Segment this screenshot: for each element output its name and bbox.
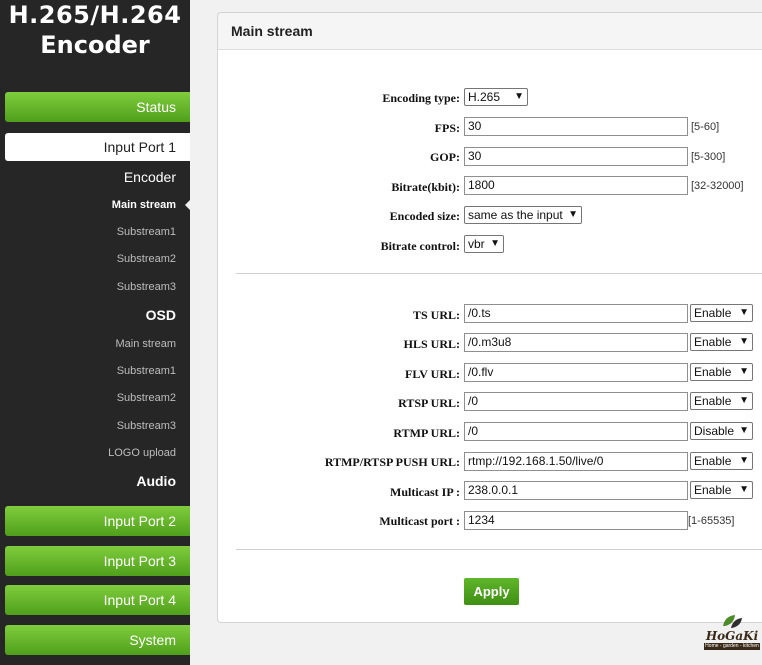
active-pointer-icon <box>185 200 190 210</box>
hls-url-label: HLS URL: <box>403 337 460 351</box>
ts-url-label: TS URL: <box>412 308 460 322</box>
rtmp-url-input[interactable]: /0 <box>464 422 688 441</box>
chevron-down-icon: ▼ <box>739 336 749 347</box>
chevron-down-icon: ▼ <box>739 484 749 495</box>
brand-line-1: H.265/H.264 <box>8 1 182 29</box>
flv-url-input[interactable]: /0.flv <box>464 363 688 382</box>
fps-range-hint: [5-60] <box>691 121 720 133</box>
bitrate-control-value: vbr <box>468 237 485 251</box>
ts-url-state: Enable <box>694 306 732 320</box>
push-url-state: Enable <box>694 454 732 468</box>
hls-url-state-select[interactable]: Enable ▼ <box>690 333 753 351</box>
chevron-down-icon: ▼ <box>514 91 524 102</box>
nav-encoder-main-stream[interactable]: Main stream <box>112 199 176 211</box>
watermark-logo: HoGaKi Home - garden - kitchen <box>704 612 760 654</box>
rtmp-url-label: RTMP URL: <box>393 426 460 440</box>
nav-encoder-substream3[interactable]: Substream3 <box>117 281 176 293</box>
nav-osd-logo-upload[interactable]: LOGO upload <box>108 447 176 459</box>
main-stream-panel: Main stream Encoding type: H.265 ▼ FPS: … <box>217 12 762 623</box>
gop-range-hint: [5-300] <box>691 151 726 163</box>
nav-input-port-4-button[interactable]: Input Port 4 <box>5 585 190 615</box>
push-url-state-select[interactable]: Enable ▼ <box>690 452 753 470</box>
nav-status-button[interactable]: Status <box>5 92 190 122</box>
chevron-down-icon: ▼ <box>739 455 749 466</box>
encoded-size-select[interactable]: same as the input ▼ <box>464 206 582 224</box>
gop-input[interactable]: 30 <box>464 147 688 166</box>
multicast-ip-input[interactable]: 238.0.0.1 <box>464 481 688 500</box>
bitrate-input[interactable]: 1800 <box>464 176 688 195</box>
nav-osd[interactable]: OSD <box>146 307 176 323</box>
brand-line-2: Encoder <box>40 31 150 59</box>
multicast-port-label: Multicast port : <box>379 514 460 528</box>
panel-title: Main stream <box>218 13 762 50</box>
watermark-name: HoGaKi <box>705 629 759 643</box>
chevron-down-icon: ▼ <box>739 395 749 406</box>
rtsp-url-label: RTSP URL: <box>398 396 460 410</box>
nav-input-port-3-button[interactable]: Input Port 3 <box>5 546 190 576</box>
rtsp-url-state-select[interactable]: Enable ▼ <box>690 392 753 410</box>
flv-url-label: FLV URL: <box>404 367 460 381</box>
encoding-type-value: H.265 <box>468 90 501 104</box>
encoded-size-value: same as the input <box>468 208 563 222</box>
multicast-ip-label: Multicast IP : <box>390 485 460 499</box>
rtmp-url-state: Disable <box>694 424 735 438</box>
nav-encoder[interactable]: Encoder <box>124 169 176 185</box>
chevron-down-icon: ▼ <box>739 366 749 377</box>
flv-url-state: Enable <box>694 365 732 379</box>
nav-osd-substream3[interactable]: Substream3 <box>117 420 176 432</box>
nav-osd-main-stream[interactable]: Main stream <box>115 338 176 350</box>
flv-url-state-select[interactable]: Enable ▼ <box>690 363 753 381</box>
watermark-tagline: Home - garden - kitchen <box>704 643 760 650</box>
push-url-input[interactable]: rtmp://192.168.1.50/live/0 <box>464 452 688 471</box>
leaf-logo-icon <box>723 615 742 628</box>
encoding-type-select[interactable]: H.265 ▼ <box>464 88 528 106</box>
chevron-down-icon: ▼ <box>568 209 578 220</box>
nav-input-port-2-button[interactable]: Input Port 2 <box>5 506 190 536</box>
fps-label: FPS: <box>434 121 460 135</box>
nav-encoder-substream2[interactable]: Substream2 <box>117 253 176 265</box>
ts-url-state-select[interactable]: Enable ▼ <box>690 304 753 322</box>
nav-osd-substream1[interactable]: Substream1 <box>117 365 176 377</box>
brand-title: H.265/H.264 Encoder <box>0 0 190 60</box>
nav-audio[interactable]: Audio <box>136 473 176 489</box>
ts-url-input[interactable]: /0.ts <box>464 304 688 323</box>
nav-encoder-substream1[interactable]: Substream1 <box>117 226 176 238</box>
nav-osd-substream2[interactable]: Substream2 <box>117 392 176 404</box>
gop-label: GOP: <box>430 150 460 164</box>
rtsp-url-input[interactable]: /0 <box>464 392 688 411</box>
chevron-down-icon: ▼ <box>490 238 500 249</box>
chevron-down-icon: ▼ <box>739 307 749 318</box>
bitrate-control-label: Bitrate control: <box>380 239 460 253</box>
encoded-size-label: Encoded size: <box>389 209 460 223</box>
apply-button[interactable]: Apply <box>464 578 519 605</box>
bitrate-label: Bitrate(kbit): <box>391 180 460 194</box>
multicast-ip-state-select[interactable]: Enable ▼ <box>690 481 753 499</box>
rtsp-url-state: Enable <box>694 394 732 408</box>
hls-url-input[interactable]: /0.m3u8 <box>464 333 688 352</box>
nav-input-port-1[interactable]: Input Port 1 <box>5 133 190 161</box>
hls-url-state: Enable <box>694 335 732 349</box>
section-divider <box>236 273 762 274</box>
multicast-ip-state: Enable <box>694 483 732 497</box>
nav-system-button[interactable]: System <box>5 625 190 655</box>
fps-input[interactable]: 30 <box>464 117 688 136</box>
bitrate-control-select[interactable]: vbr ▼ <box>464 235 504 253</box>
multicast-port-range-hint: [1-65535] <box>688 515 735 527</box>
chevron-down-icon: ▼ <box>739 425 749 436</box>
sidebar: H.265/H.264 Encoder Status Input Port 1 … <box>0 0 190 665</box>
multicast-port-input[interactable]: 1234 <box>464 511 688 530</box>
push-url-label: RTMP/RTSP PUSH URL: <box>324 455 460 469</box>
encoding-type-label: Encoding type: <box>382 91 460 105</box>
section-divider <box>236 549 762 550</box>
rtmp-url-state-select[interactable]: Disable ▼ <box>690 422 753 440</box>
bitrate-range-hint: [32-32000] <box>691 180 744 192</box>
